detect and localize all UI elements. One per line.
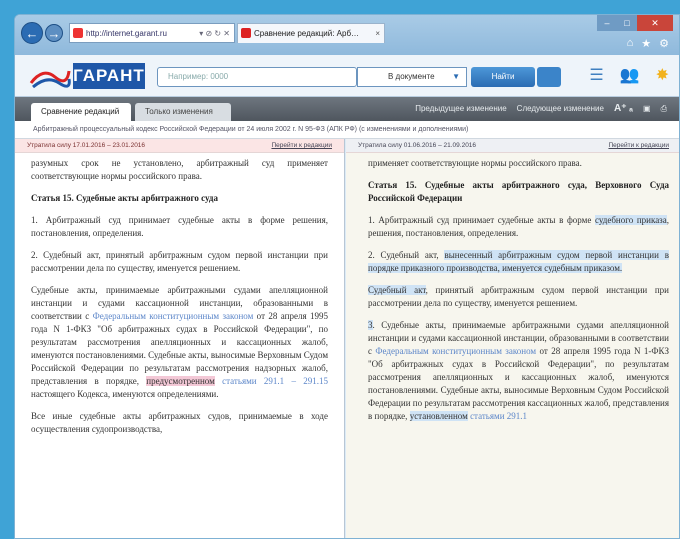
left-edition-pane: Утратила силу 17.01.2016 – 23.01.2016 Пе… (15, 139, 345, 538)
tab-only-changes[interactable]: Только изменения (135, 103, 231, 121)
close-window-button[interactable]: ✕ (637, 15, 673, 31)
forward-button[interactable]: → (45, 24, 63, 42)
right-paragraph-3: Судебный акт, принятый арбитражным судом… (368, 285, 669, 308)
law-link[interactable]: Федеральным конституционным законом (375, 346, 536, 356)
right-article-heading: Статья 15. Судебные акты арбитражного су… (368, 180, 669, 203)
document-tabbar: Сравнение редакций Только изменения Пред… (15, 97, 679, 121)
articles-link[interactable]: статьями 291.1 – 291.15 (215, 376, 328, 386)
app-header: ГАРАНТ Например: 0000 В документе ▼ Найт… (15, 55, 679, 97)
right-edition-label: Утратила силу 01.06.2016 – 21.09.2016 (358, 142, 477, 149)
browser-window: ← → http://internet.garant.ru ▾ ⊘ ↻ ✕ Ср… (14, 14, 680, 539)
left-paragraph-4: Все иные судебные акты арбитражных судов… (31, 411, 328, 434)
law-link[interactable]: Федеральным конституционным законом (93, 311, 254, 321)
save-icon[interactable]: ▣ (643, 102, 651, 116)
right-goto-edition-link[interactable]: Перейти к редакции (608, 139, 669, 153)
forward-arrow-icon: → (47, 26, 61, 41)
left-paragraph-2: 2. Судебный акт, принятый арбитражным су… (31, 250, 328, 273)
chevron-down-icon: ▼ (452, 72, 460, 81)
address-controls[interactable]: ▾ ⊘ ↻ ✕ (199, 24, 230, 43)
settings-gear-icon[interactable]: ⚙ (659, 37, 669, 50)
back-arrow-icon: ← (25, 26, 39, 41)
search-options-button[interactable] (537, 67, 561, 87)
minimize-button[interactable]: – (597, 15, 617, 31)
left-edition-label: Утратила силу 17.01.2016 – 23.01.2016 (27, 142, 146, 149)
right-paragraph-2: 2. Судебный акт, вынесенный арбитражным … (368, 250, 669, 273)
articles-link[interactable]: статьями 291.1 (468, 411, 527, 421)
left-article-heading: Статья 15. Судебные акты арбитражного су… (31, 193, 218, 203)
logo-text: ГАРАНТ (73, 63, 145, 89)
right-edition-header: Утратила силу 01.06.2016 – 21.09.2016 Пе… (346, 139, 679, 153)
right-paragraph-4: 3. Судебные акты, принимаемые арбитражны… (368, 320, 669, 421)
browser-tab[interactable]: Сравнение редакций: Арб… × (237, 23, 385, 43)
right-paragraph-1: 1. Арбитражный суд принимает судебные ак… (368, 215, 669, 238)
address-bar[interactable]: http://internet.garant.ru ▾ ⊘ ↻ ✕ (69, 23, 235, 43)
next-change-button[interactable]: Следующее изменение (517, 102, 604, 116)
window-controls: – □ ✕ (597, 15, 673, 31)
new-star-icon[interactable]: ✸ (656, 65, 669, 85)
back-button[interactable]: ← (21, 22, 43, 44)
tab-title: Сравнение редакций: Арб… (254, 29, 360, 38)
search-input[interactable]: Например: 0000 (157, 67, 357, 87)
address-text: http://internet.garant.ru (86, 29, 167, 38)
font-size-button[interactable]: A⁺ ₐ (614, 102, 633, 116)
removed-text-highlight: предусмотренном (146, 376, 215, 386)
app-toolbar-icons: ☰ 👥 ✸ (589, 65, 669, 85)
favorites-star-icon[interactable]: ★ (641, 37, 651, 50)
compare-toolbar: Предыдущее изменение Следующее изменение… (415, 102, 667, 116)
document-title-line: Арбитражный процессуальный кодекс Россий… (15, 121, 679, 139)
right-document-text: применяет соответствующие нормы российск… (346, 153, 679, 423)
home-icon[interactable]: ⌂ (627, 37, 634, 50)
left-document-text: разумных срок не установлено, арбитражны… (15, 153, 344, 436)
left-paragraph-3: Судебные акты, принимаемые арбитражными … (31, 285, 329, 399)
list-icon[interactable]: ☰ (589, 65, 603, 85)
tab-favicon-icon (241, 28, 251, 38)
added-text-highlight: Судебный акт (368, 285, 426, 295)
right-intro: применяет соответствующие нормы российск… (368, 158, 582, 168)
site-favicon-icon (73, 28, 83, 38)
search-scope-select[interactable]: В документе ▼ (357, 67, 467, 87)
left-edition-header: Утратила силу 17.01.2016 – 23.01.2016 Пе… (15, 139, 344, 153)
print-icon[interactable]: ⎙ (661, 102, 667, 116)
logo-emblem-icon (29, 70, 71, 89)
scope-value: В документе (388, 72, 435, 81)
right-edition-pane: Утратила силу 01.06.2016 – 21.09.2016 Пе… (346, 139, 679, 538)
left-intro: разумных срок не установлено, арбитражны… (31, 158, 328, 181)
browser-toolbar-icons: ⌂ ★ ⚙ (627, 37, 669, 50)
added-text-highlight: установленном (409, 411, 468, 421)
find-button[interactable]: Найти (471, 67, 535, 87)
tab-compare-editions[interactable]: Сравнение редакций (31, 103, 131, 121)
left-goto-edition-link[interactable]: Перейти к редакции (271, 139, 332, 153)
garant-logo[interactable]: ГАРАНТ (29, 61, 147, 91)
users-icon[interactable]: 👥 (620, 65, 640, 85)
browser-titlebar: ← → http://internet.garant.ru ▾ ⊘ ↻ ✕ Ср… (15, 15, 679, 55)
prev-change-button[interactable]: Предыдущее изменение (415, 102, 506, 116)
maximize-button[interactable]: □ (617, 15, 637, 31)
left-paragraph-1: 1. Арбитражный суд принимает судебные ак… (31, 215, 328, 238)
tab-close-icon[interactable]: × (375, 24, 380, 43)
added-text-highlight: судебного приказа (594, 215, 667, 225)
